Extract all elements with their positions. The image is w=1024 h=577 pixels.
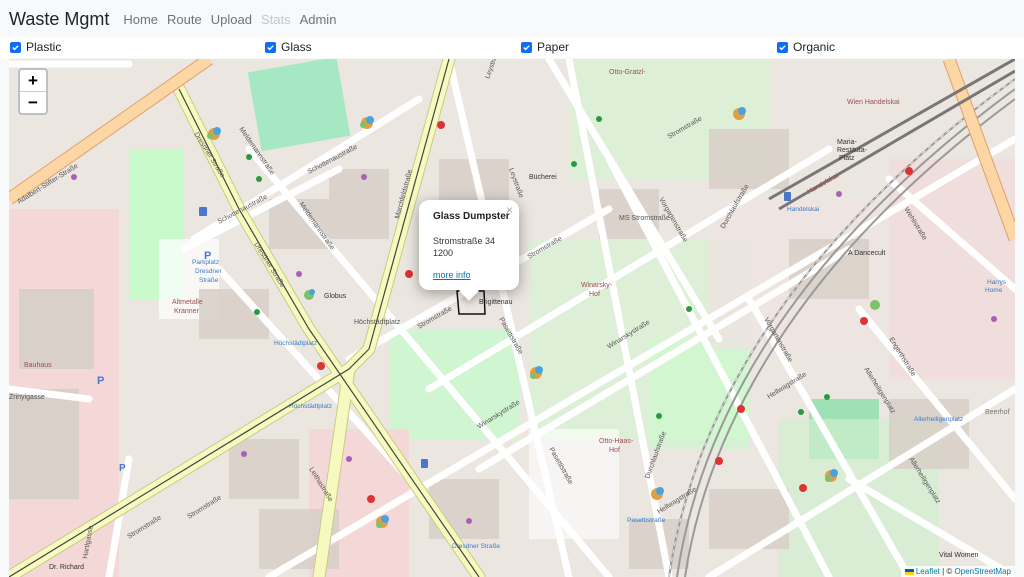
svg-text:A Dancecult: A Dancecult (848, 250, 885, 257)
nav-home[interactable]: Home (123, 12, 158, 27)
ukraine-flag-icon (904, 568, 914, 575)
svg-text:Otto-Gratzl-: Otto-Gratzl- (609, 69, 646, 76)
zoom-control: + − (18, 68, 48, 115)
svg-text:Allerheiligenplatz: Allerheiligenplatz (914, 416, 963, 423)
attribution-sep: | © (939, 567, 955, 576)
svg-text:Wien Handelskai: Wien Handelskai (847, 99, 900, 106)
leaflet-link[interactable]: Leaflet (916, 567, 940, 576)
organic-label: Organic (793, 40, 836, 54)
svg-text:Straße: Straße (199, 277, 219, 284)
svg-text:Dr. Richard: Dr. Richard (49, 564, 84, 571)
svg-text:Bauhaus: Bauhaus (24, 362, 52, 369)
nav-upload[interactable]: Upload (211, 12, 252, 27)
svg-text:Maria-: Maria- (837, 139, 858, 146)
svg-text:Harrys: Harrys (987, 279, 1007, 286)
popup-title: Glass Dumpster (433, 211, 510, 222)
map-attribution: Leaflet | © OpenStreetMap (900, 566, 1015, 577)
svg-text:P: P (97, 375, 104, 387)
organic-checkbox[interactable] (777, 41, 788, 53)
svg-text:Kranner: Kranner (174, 308, 200, 315)
svg-text:Winarsky-: Winarsky- (581, 282, 613, 289)
filter-bar: Plastic Glass Paper Organic (0, 38, 1024, 58)
popup-address: Stromstraße 34 1200 (433, 235, 495, 259)
plastic-checkbox[interactable] (10, 41, 21, 53)
nav-route[interactable]: Route (167, 12, 202, 27)
filter-plastic[interactable]: Plastic (10, 40, 61, 54)
paper-label: Paper (537, 40, 570, 54)
navbar: Waste Mgmt Home Route Upload Stats Admin (0, 0, 1024, 38)
svg-text:Restituta-: Restituta- (837, 147, 868, 154)
filter-paper[interactable]: Paper (521, 40, 569, 54)
glass-label: Glass (281, 40, 312, 54)
svg-text:Höchstädtplatz: Höchstädtplatz (354, 319, 401, 326)
svg-text:Vital Women: Vital Women (939, 552, 979, 559)
svg-text:Beerhof: Beerhof (985, 409, 1010, 416)
plastic-label: Plastic (26, 40, 62, 54)
svg-text:Pasettistraße: Pasettistraße (627, 517, 666, 524)
svg-text:Hof: Hof (609, 447, 620, 454)
svg-text:Hof: Hof (589, 291, 600, 298)
brand[interactable]: Waste Mgmt (9, 9, 109, 30)
popup-zip: 1200 (433, 248, 454, 258)
marker-popup: × Glass Dumpster Stromstraße 34 1200 mor… (419, 200, 519, 301)
nav-admin[interactable]: Admin (300, 12, 337, 27)
zoom-in-button[interactable]: + (20, 70, 46, 91)
filter-organic[interactable]: Organic (777, 40, 835, 54)
svg-text:Dresdner Straße: Dresdner Straße (452, 543, 500, 550)
svg-text:Bücherei: Bücherei (529, 174, 557, 181)
glass-checkbox[interactable] (265, 41, 276, 53)
svg-text:MS Stromstraße: MS Stromstraße (619, 215, 670, 222)
zoom-out-button[interactable]: − (20, 91, 46, 113)
osm-link[interactable]: OpenStreetMap (955, 567, 1011, 576)
popup-street: Stromstraße 34 (433, 236, 496, 246)
svg-text:P: P (119, 463, 126, 474)
filter-glass[interactable]: Glass (265, 40, 312, 54)
svg-text:Dresdner: Dresdner (195, 268, 223, 275)
svg-text:Platz: Platz (839, 155, 855, 162)
svg-text:Höchstädtplatz: Höchstädtplatz (289, 403, 332, 410)
map-tiles[interactable]: Adalbert-Stifter-Straße Dresdner Straße … (9, 59, 1015, 577)
svg-text:Altmetalle: Altmetalle (172, 299, 203, 306)
svg-text:Zrinyigasse: Zrinyigasse (9, 394, 45, 401)
svg-text:Otto-Haas-: Otto-Haas- (599, 438, 634, 445)
paper-checkbox[interactable] (521, 41, 532, 53)
nav-stats: Stats (260, 11, 291, 27)
svg-text:Home: Home (985, 287, 1003, 294)
svg-text:Handelskai: Handelskai (787, 206, 819, 213)
svg-text:P: P (204, 250, 211, 262)
popup-more-info-link[interactable]: more info (433, 270, 471, 280)
svg-text:Globus: Globus (324, 293, 347, 300)
svg-text:Höchstädtplatz: Höchstädtplatz (274, 340, 317, 347)
map[interactable]: Adalbert-Stifter-Straße Dresdner Straße … (9, 59, 1015, 577)
